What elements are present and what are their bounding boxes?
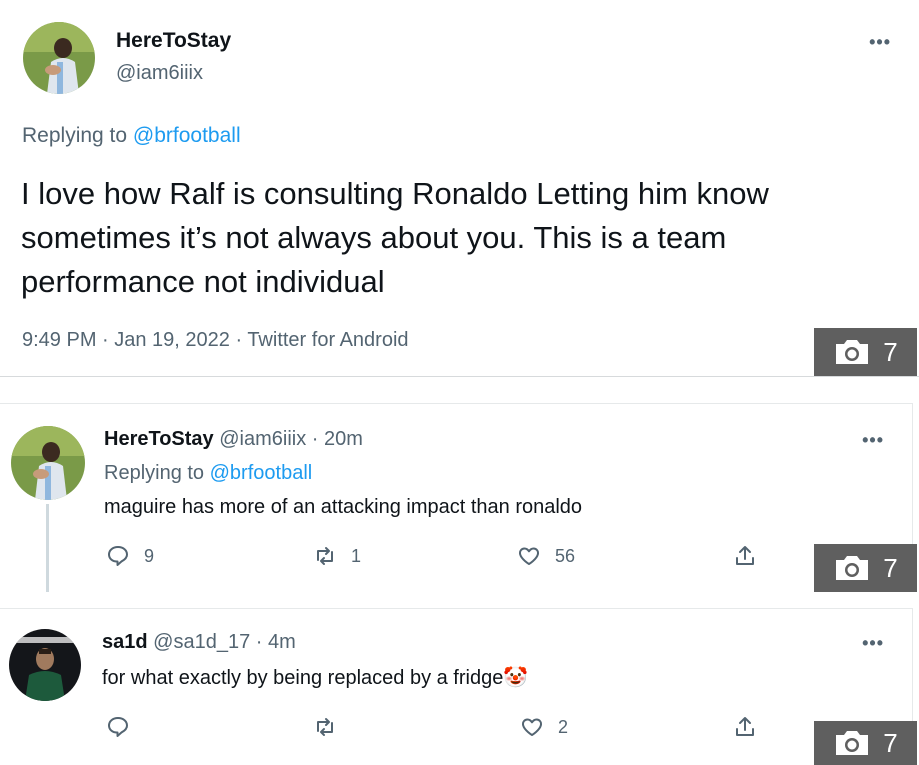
more-options-icon[interactable]: •••	[869, 32, 891, 53]
display-name[interactable]: HereToStay	[104, 428, 214, 450]
tweet-text-row: for what exactly by being replaced by a …	[102, 665, 528, 690]
replying-to-label: Replying to	[22, 124, 133, 147]
reply-button[interactable]	[106, 715, 144, 739]
handle-time[interactable]: @iam6iiix · 20m	[219, 428, 363, 450]
like-count: 2	[558, 716, 569, 737]
tweet-text: for what exactly by being replaced by a …	[102, 667, 504, 689]
photo-count-overlay: 7	[814, 721, 917, 765]
camera-icon	[836, 556, 869, 580]
display-name[interactable]: sa1d	[102, 631, 148, 653]
tweet-text: I love how Ralf is consulting Ronaldo Le…	[21, 176, 769, 299]
clown-emoji: 🤡	[503, 667, 529, 689]
handle[interactable]: @iam6iiix	[116, 62, 203, 85]
like-button[interactable]: 56	[517, 544, 575, 568]
tweet-header: HereToStay @iam6iiix · 20m	[104, 428, 363, 451]
retweet-icon	[317, 547, 333, 565]
main-tweet: HereToStay @iam6iiix ••• Replying to @br…	[0, 0, 919, 376]
retweet-count: 1	[351, 545, 362, 566]
tweet-text: maguire has more of an attacking impact …	[104, 496, 583, 518]
heart-icon	[519, 547, 539, 565]
share-button[interactable]	[733, 715, 771, 739]
tweet-meta[interactable]: 9:49 PM · Jan 19, 2022 · Twitter for And…	[22, 329, 409, 352]
share-icon	[736, 717, 754, 736]
replying-to-link[interactable]: @brfootball	[133, 124, 241, 147]
share-button[interactable]	[733, 544, 771, 568]
camera-icon	[836, 731, 869, 755]
reply-icon	[108, 546, 128, 566]
replying-to-link[interactable]: @brfootball	[210, 462, 313, 484]
retweet-icon	[317, 718, 333, 736]
avatar[interactable]	[11, 426, 85, 500]
replying-to: Replying to @brfootball	[22, 124, 241, 148]
reply-icon	[108, 717, 128, 737]
reply-tweet[interactable]: HereToStay @iam6iiix · 20m ••• Replying …	[0, 403, 917, 592]
reply-tweet[interactable]: sa1d @sa1d_17 · 4m ••• for what exactly …	[0, 608, 917, 765]
reply-button[interactable]: 9	[106, 544, 154, 568]
camera-icon	[836, 340, 869, 364]
like-count: 56	[555, 545, 576, 566]
photo-count-overlay: 7	[814, 544, 917, 592]
like-button[interactable]: 2	[520, 715, 568, 739]
avatar[interactable]	[9, 629, 81, 701]
photo-count-overlay: 7	[814, 328, 917, 376]
more-options-icon[interactable]: •••	[862, 430, 884, 451]
retweet-button[interactable]	[313, 715, 351, 739]
tweet-header: sa1d @sa1d_17 · 4m	[102, 631, 296, 654]
more-options-icon[interactable]: •••	[862, 633, 884, 654]
replying-to: Replying to @brfootball	[104, 462, 312, 485]
replying-to-label: Replying to	[104, 462, 210, 484]
share-icon	[736, 546, 754, 565]
avatar[interactable]	[23, 22, 95, 94]
retweet-button[interactable]: 1	[313, 544, 361, 568]
thread-line	[46, 504, 49, 592]
handle-time[interactable]: @sa1d_17 · 4m	[153, 631, 296, 653]
reply-count: 9	[144, 545, 155, 566]
photo-count: 7	[883, 727, 898, 758]
photo-count: 7	[883, 552, 898, 583]
photo-count: 7	[883, 336, 898, 367]
heart-icon	[522, 718, 542, 736]
divider	[0, 376, 919, 377]
display-name[interactable]: HereToStay	[116, 29, 231, 53]
